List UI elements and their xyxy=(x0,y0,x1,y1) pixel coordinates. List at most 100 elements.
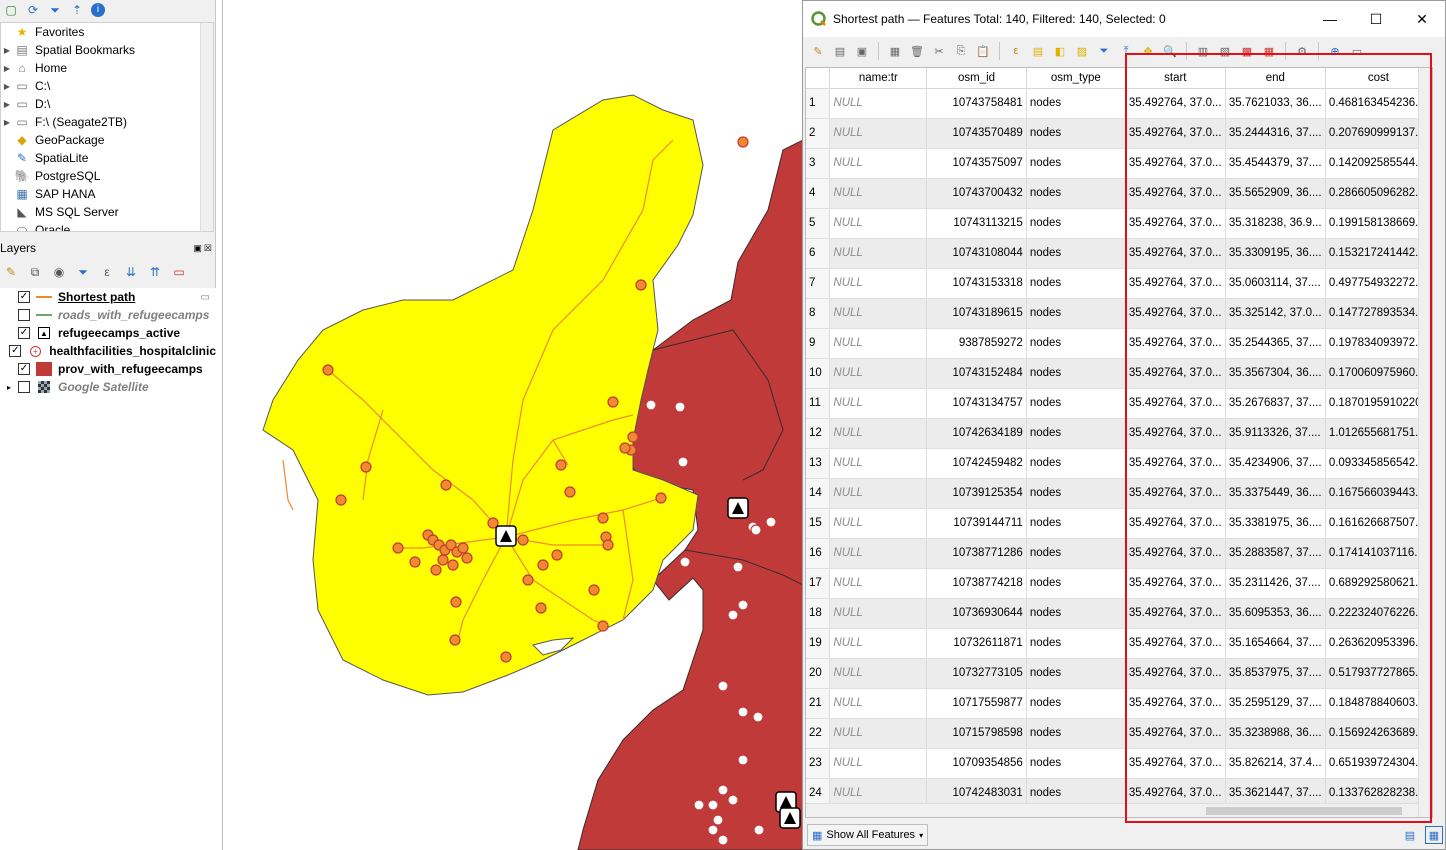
cell-osm-type[interactable]: nodes xyxy=(1026,658,1126,689)
row-number[interactable]: 23 xyxy=(806,748,831,779)
cell-cost[interactable]: 0.147727893534... xyxy=(1325,298,1432,329)
cell-end[interactable]: 35.3238988, 36.... xyxy=(1225,718,1326,749)
row-number[interactable]: 17 xyxy=(806,568,831,599)
cell-osm-id[interactable]: 10743108044 xyxy=(926,238,1027,269)
column-header[interactable]: start xyxy=(1125,68,1226,89)
row-number[interactable]: 16 xyxy=(806,538,831,569)
add-group-icon[interactable]: ⧉ xyxy=(27,264,43,280)
pan-to-selected-icon[interactable]: ✥ xyxy=(1139,42,1157,60)
close-button[interactable]: ✕ xyxy=(1399,1,1445,37)
cell-cost[interactable]: 0.197834093972... xyxy=(1325,328,1432,359)
cell-osm-id[interactable]: 10736930644 xyxy=(926,598,1027,629)
table-row[interactable]: 15 NULL 10739144711 nodes 35.492764, 37.0...… xyxy=(806,508,1432,539)
cell-osm-id[interactable]: 9387859272 xyxy=(926,328,1027,359)
toggle-edit-icon[interactable]: ✎ xyxy=(809,42,827,60)
layer-item[interactable]: ✓ + healthfacilities_hospitalclinic xyxy=(0,342,216,360)
cell-osm-id[interactable]: 10743570489 xyxy=(926,118,1027,149)
cell-start[interactable]: 35.492764, 37.0... xyxy=(1125,688,1226,719)
cell-osm-type[interactable]: nodes xyxy=(1026,568,1126,599)
cell-end[interactable]: 35.8537975, 37.... xyxy=(1225,658,1326,689)
layer-item[interactable]: roads_with_refugeecamps xyxy=(0,306,216,324)
cell-osm-type[interactable]: nodes xyxy=(1026,238,1126,269)
cell-name-tr[interactable]: NULL xyxy=(829,628,928,659)
delete-field-icon[interactable]: ▧ xyxy=(1216,42,1234,60)
close-panel-icon[interactable]: ☒ xyxy=(204,243,212,254)
cell-osm-id[interactable]: 10743575097 xyxy=(926,148,1027,179)
cell-start[interactable]: 35.492764, 37.0... xyxy=(1125,748,1226,779)
cell-cost[interactable]: 0.286605096282... xyxy=(1325,178,1432,209)
cell-name-tr[interactable]: NULL xyxy=(829,418,928,449)
browser-item[interactable]: ▶ ▤ Spatial Bookmarks xyxy=(1,41,213,59)
layer-visibility-checkbox[interactable]: ✓ xyxy=(18,363,30,375)
minimize-button[interactable]: — xyxy=(1307,1,1353,37)
cell-osm-id[interactable]: 10743189615 xyxy=(926,298,1027,329)
cell-osm-type[interactable]: nodes xyxy=(1026,718,1126,749)
cell-name-tr[interactable]: NULL xyxy=(829,748,928,779)
cell-name-tr[interactable]: NULL xyxy=(829,658,928,689)
layer-item[interactable]: ✓ ▲ refugeecamps_active xyxy=(0,324,216,342)
expand-arrow-icon[interactable]: ▸ xyxy=(0,383,18,392)
cell-osm-type[interactable]: nodes xyxy=(1026,118,1126,149)
row-number[interactable]: 19 xyxy=(806,628,831,659)
cell-cost[interactable]: 0.468163454236... xyxy=(1325,88,1432,119)
cell-start[interactable]: 35.492764, 37.0... xyxy=(1125,148,1226,179)
table-row[interactable]: 17 NULL 10738774218 nodes 35.492764, 37.0...… xyxy=(806,568,1432,599)
cell-cost[interactable]: 0.207690999137... xyxy=(1325,118,1432,149)
cell-end[interactable]: 35.2883587, 37.... xyxy=(1225,538,1326,569)
filter-legend-icon[interactable]: ⏷ xyxy=(75,264,91,280)
field-calculator-icon[interactable]: ▩ xyxy=(1238,42,1256,60)
layer-visibility-checkbox[interactable] xyxy=(18,309,30,321)
cell-cost[interactable]: 0.689292580621... xyxy=(1325,568,1432,599)
cell-end[interactable]: 35.4544379, 37.... xyxy=(1225,148,1326,179)
layer-visibility-checkbox[interactable]: ✓ xyxy=(9,345,22,357)
browser-item[interactable]: ▶ ▭ C:\ xyxy=(1,77,213,95)
layer-options-icon[interactable]: ▭ xyxy=(201,292,210,303)
layer-item[interactable]: ▸ Google Satellite xyxy=(0,378,216,396)
cell-cost[interactable]: 0.142092585544... xyxy=(1325,148,1432,179)
cell-end[interactable]: 35.3375449, 36.... xyxy=(1225,478,1326,509)
cell-osm-type[interactable]: nodes xyxy=(1026,388,1126,419)
cell-start[interactable]: 35.492764, 37.0... xyxy=(1125,538,1226,569)
expand-arrow-icon[interactable]: ▶ xyxy=(1,118,13,127)
cell-name-tr[interactable]: NULL xyxy=(829,88,928,119)
move-selection-top-icon[interactable]: ⤒ xyxy=(1117,42,1135,60)
expression-filter-icon[interactable]: ε xyxy=(99,264,115,280)
table-row[interactable]: 6 NULL 10743108044 nodes 35.492764, 37.0... 3… xyxy=(806,238,1432,269)
browser-item[interactable]: ▦ SAP HANA xyxy=(1,185,213,203)
maximize-button[interactable]: ☐ xyxy=(1353,1,1399,37)
filter-select-icon[interactable]: ⏷ xyxy=(1095,42,1113,60)
save-edits-icon[interactable]: ▣ xyxy=(853,42,871,60)
browser-item[interactable]: ▶ ▭ D:\ xyxy=(1,95,213,113)
cell-name-tr[interactable]: NULL xyxy=(829,478,928,509)
add-layer-icon[interactable]: ▢ xyxy=(3,2,19,18)
table-row[interactable]: 4 NULL 10743700432 nodes 35.492764, 37.0... 3… xyxy=(806,178,1432,209)
cell-start[interactable]: 35.492764, 37.0... xyxy=(1125,358,1226,389)
cell-osm-id[interactable]: 10732611871 xyxy=(926,628,1027,659)
column-header[interactable]: cost xyxy=(1325,68,1432,89)
multi-edit-icon[interactable]: ▤ xyxy=(831,42,849,60)
cell-osm-id[interactable]: 10743153318 xyxy=(926,268,1027,299)
cell-name-tr[interactable]: NULL xyxy=(829,568,928,599)
cell-cost[interactable]: 0.199158138669... xyxy=(1325,208,1432,239)
invert-selection-icon[interactable]: ◧ xyxy=(1051,42,1069,60)
cell-cost[interactable]: 0.153217241442... xyxy=(1325,238,1432,269)
form-view-icon[interactable]: ▤ xyxy=(1401,826,1419,844)
cell-end[interactable]: 35.2595129, 37.... xyxy=(1225,688,1326,719)
visibility-eye-icon[interactable]: ◉ xyxy=(51,264,67,280)
row-number[interactable]: 8 xyxy=(806,298,831,329)
table-row[interactable]: 3 NULL 10743575097 nodes 35.492764, 37.0... 3… xyxy=(806,148,1432,179)
cell-osm-type[interactable]: nodes xyxy=(1026,358,1126,389)
browser-item[interactable]: 🐘 PostgreSQL xyxy=(1,167,213,185)
cell-osm-type[interactable]: nodes xyxy=(1026,328,1126,359)
cell-end[interactable]: 35.7621033, 36.... xyxy=(1225,88,1326,119)
table-row[interactable]: 2 NULL 10743570489 nodes 35.492764, 37.0... 3… xyxy=(806,118,1432,149)
row-number[interactable]: 14 xyxy=(806,478,831,509)
cell-cost[interactable]: 1.012655681751... xyxy=(1325,418,1432,449)
cell-start[interactable]: 35.492764, 37.0... xyxy=(1125,178,1226,209)
info-icon[interactable]: i xyxy=(91,3,105,17)
table-row[interactable]: 11 NULL 10743134757 nodes 35.492764, 37.0...… xyxy=(806,388,1432,419)
row-number[interactable]: 11 xyxy=(806,388,831,419)
row-number[interactable]: 10 xyxy=(806,358,831,389)
cell-osm-type[interactable]: nodes xyxy=(1026,448,1126,479)
map-canvas[interactable] xyxy=(222,0,802,850)
